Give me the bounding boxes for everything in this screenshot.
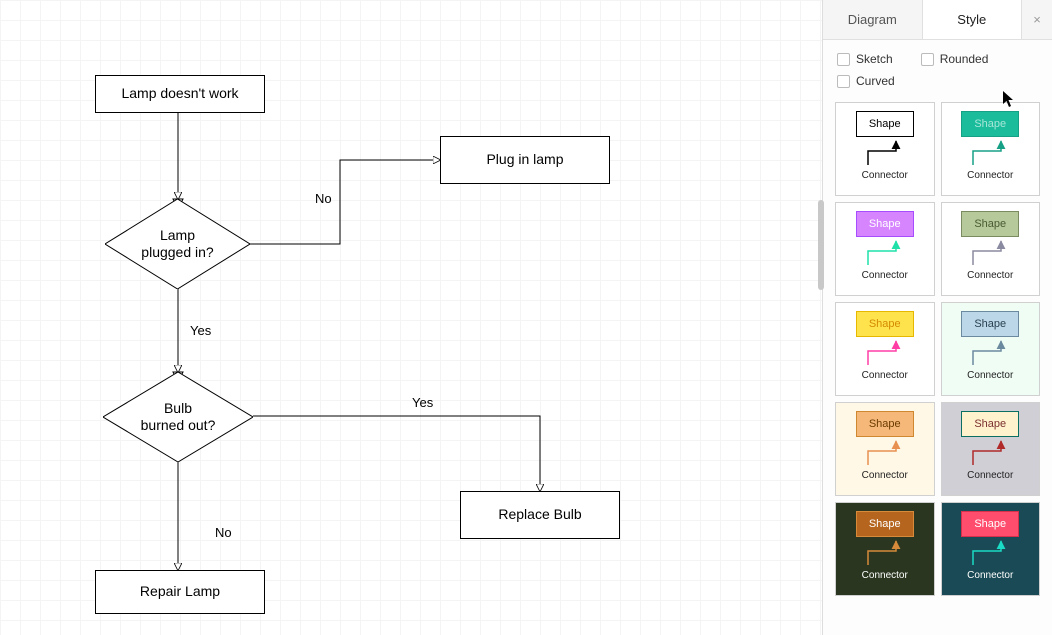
style-swatch[interactable]: Shape Connector bbox=[941, 302, 1041, 396]
flow-node-plug-in[interactable]: Plug in lamp bbox=[440, 136, 610, 184]
swatch-connector-icon bbox=[856, 339, 914, 369]
swatch-connector-icon bbox=[961, 439, 1019, 469]
edge-label-no: No bbox=[215, 525, 232, 540]
swatch-shape: Shape bbox=[856, 511, 914, 537]
style-swatch[interactable]: Shape Connector bbox=[835, 102, 935, 196]
style-options: Sketch Rounded Curved bbox=[823, 40, 1052, 94]
flow-node-replace[interactable]: Replace Bulb bbox=[460, 491, 620, 539]
sketch-checkbox[interactable]: Sketch bbox=[837, 52, 893, 66]
flow-node-label: Replace Bulb bbox=[498, 506, 581, 524]
flow-node-burned-out[interactable]: Bulb burned out? bbox=[103, 372, 253, 462]
edge-label-no: No bbox=[315, 191, 332, 206]
flow-node-plugged-in[interactable]: Lamp plugged in? bbox=[105, 199, 250, 289]
rounded-checkbox[interactable]: Rounded bbox=[921, 52, 989, 66]
swatch-connector-label: Connector bbox=[862, 570, 908, 581]
swatch-connector-label: Connector bbox=[862, 170, 908, 181]
swatch-shape: Shape bbox=[856, 411, 914, 437]
style-swatch[interactable]: Shape Connector bbox=[941, 102, 1041, 196]
flow-node-label: Repair Lamp bbox=[140, 583, 220, 601]
swatch-shape: Shape bbox=[856, 311, 914, 337]
swatch-connector-label: Connector bbox=[967, 470, 1013, 481]
checkbox-label: Curved bbox=[856, 74, 895, 88]
checkbox-label: Rounded bbox=[940, 52, 989, 66]
swatch-connector-icon bbox=[856, 439, 914, 469]
swatch-shape: Shape bbox=[856, 111, 914, 137]
close-sidebar-button[interactable]: × bbox=[1022, 0, 1052, 39]
close-icon: × bbox=[1033, 12, 1041, 27]
flow-node-label: Lamp doesn't work bbox=[121, 85, 238, 103]
style-swatch[interactable]: Shape Connector bbox=[941, 202, 1041, 296]
checkbox-icon bbox=[837, 75, 850, 88]
checkbox-label: Sketch bbox=[856, 52, 893, 66]
curved-checkbox[interactable]: Curved bbox=[837, 74, 895, 88]
style-swatch[interactable]: Shape Connector bbox=[835, 202, 935, 296]
flow-node-start[interactable]: Lamp doesn't work bbox=[95, 75, 265, 113]
swatch-connector-label: Connector bbox=[967, 270, 1013, 281]
swatch-connector-icon bbox=[961, 539, 1019, 569]
swatch-connector-icon bbox=[961, 339, 1019, 369]
swatch-shape: Shape bbox=[961, 511, 1019, 537]
format-sidebar: Diagram Style × Sketch Rounded Curved Sh… bbox=[822, 0, 1052, 635]
swatch-connector-icon bbox=[856, 239, 914, 269]
style-swatch[interactable]: Shape Connector bbox=[835, 502, 935, 596]
swatch-connector-label: Connector bbox=[862, 470, 908, 481]
swatch-connector-label: Connector bbox=[862, 270, 908, 281]
swatch-connector-label: Connector bbox=[967, 570, 1013, 581]
swatch-connector-icon bbox=[961, 139, 1019, 169]
flow-node-label: Lamp plugged in? bbox=[141, 227, 213, 262]
sidebar-tabs: Diagram Style × bbox=[823, 0, 1052, 40]
style-swatch-grid: Shape Connector Shape Connector Shape bbox=[823, 94, 1052, 604]
flow-node-repair[interactable]: Repair Lamp bbox=[95, 570, 265, 614]
flow-node-label: Bulb burned out? bbox=[141, 400, 216, 435]
swatch-shape: Shape bbox=[961, 311, 1019, 337]
checkbox-icon bbox=[837, 53, 850, 66]
checkbox-icon bbox=[921, 53, 934, 66]
swatch-connector-icon bbox=[856, 139, 914, 169]
tab-style[interactable]: Style bbox=[923, 0, 1023, 39]
canvas-scrollbar[interactable] bbox=[818, 200, 824, 290]
flow-node-label: Plug in lamp bbox=[486, 151, 563, 169]
swatch-connector-label: Connector bbox=[862, 370, 908, 381]
style-swatch[interactable]: Shape Connector bbox=[835, 302, 935, 396]
tab-label: Style bbox=[957, 12, 986, 27]
swatch-shape: Shape bbox=[961, 411, 1019, 437]
swatch-shape: Shape bbox=[856, 211, 914, 237]
swatch-connector-icon bbox=[961, 239, 1019, 269]
swatch-connector-label: Connector bbox=[967, 370, 1013, 381]
style-swatch[interactable]: Shape Connector bbox=[941, 502, 1041, 596]
edge-label-yes: Yes bbox=[190, 323, 211, 338]
edge-label-yes: Yes bbox=[412, 395, 433, 410]
swatch-connector-icon bbox=[856, 539, 914, 569]
swatch-connector-label: Connector bbox=[967, 170, 1013, 181]
style-swatch[interactable]: Shape Connector bbox=[835, 402, 935, 496]
style-swatch[interactable]: Shape Connector bbox=[941, 402, 1041, 496]
swatch-shape: Shape bbox=[961, 111, 1019, 137]
swatch-shape: Shape bbox=[961, 211, 1019, 237]
tab-diagram[interactable]: Diagram bbox=[823, 0, 923, 39]
diagram-canvas[interactable]: Lamp doesn't work Lamp plugged in? Plug … bbox=[0, 0, 822, 635]
tab-label: Diagram bbox=[848, 12, 897, 27]
